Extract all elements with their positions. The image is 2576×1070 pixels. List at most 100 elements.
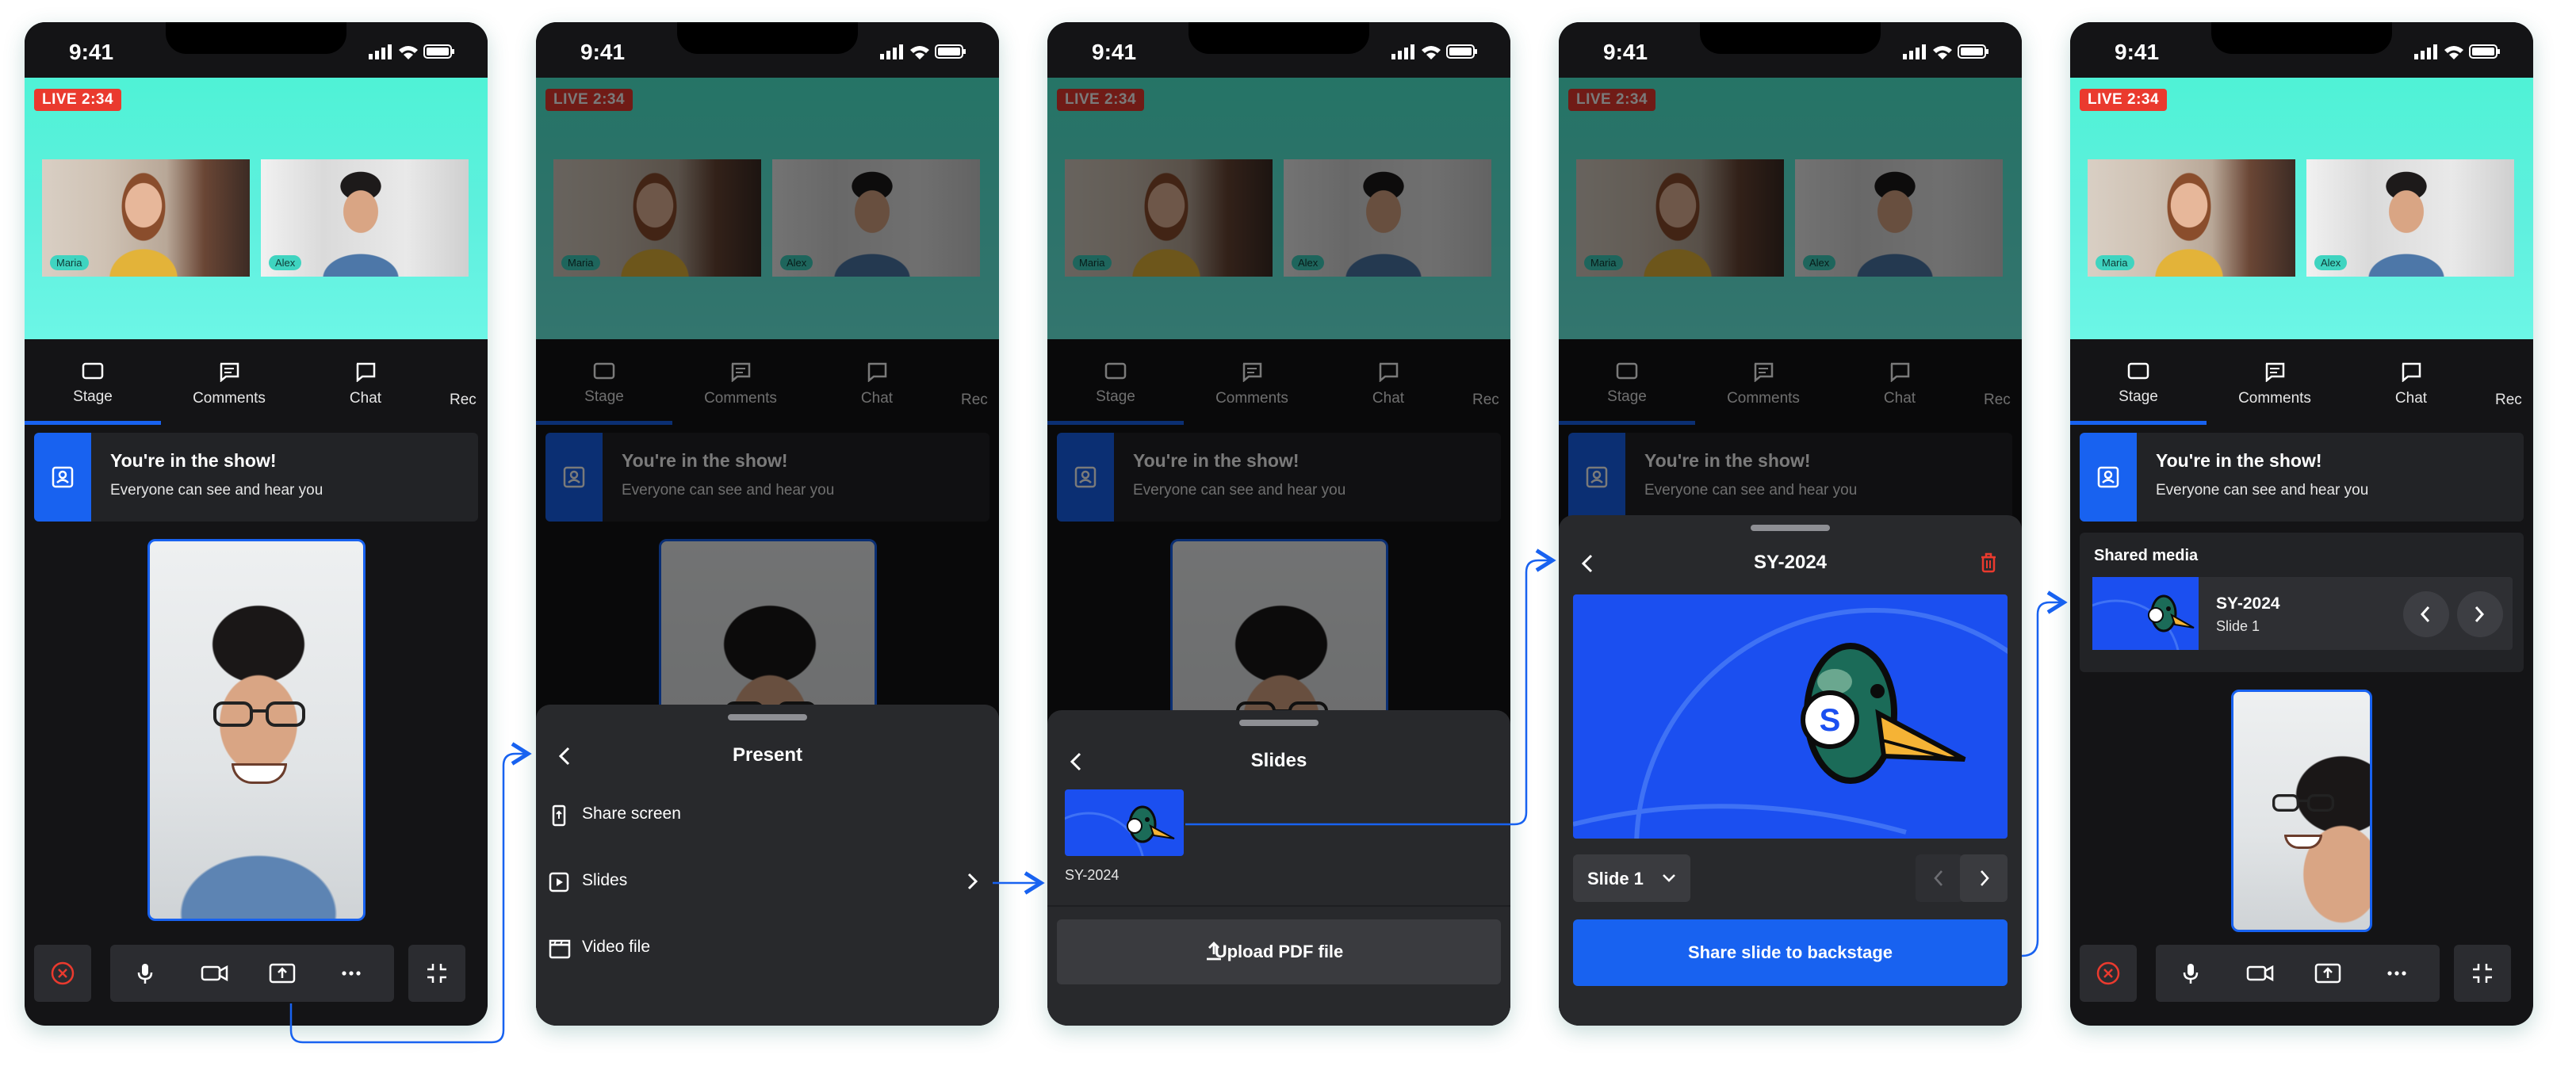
- participant-name: Alex: [2314, 255, 2348, 270]
- tab-rec[interactable]: Rec: [2479, 339, 2533, 425]
- tab-stage[interactable]: Stage: [2070, 339, 2207, 425]
- status-time: 9:41: [1092, 40, 1137, 64]
- menu-item-slides[interactable]: Slides: [536, 850, 999, 914]
- sheet-title: Present: [732, 744, 803, 766]
- tab-label: Comments: [2238, 390, 2311, 407]
- screen-share-icon[interactable]: [2314, 961, 2341, 986]
- status-time: 9:41: [69, 40, 114, 64]
- control-bar: [25, 945, 488, 1002]
- shared-prev-button[interactable]: [2403, 591, 2449, 637]
- participant-name: Maria: [50, 255, 89, 270]
- duck-mascot-icon: S: [1573, 608, 2008, 839]
- slide-select-value: Slide 1: [1587, 869, 1644, 888]
- leave-button[interactable]: [2080, 945, 2137, 1002]
- sheet-drag-handle[interactable]: [1751, 525, 1830, 531]
- tab-comments[interactable]: Comments: [161, 339, 297, 425]
- person-badge-icon: [52, 466, 74, 488]
- tab-comments[interactable]: Comments: [2207, 339, 2343, 425]
- status-bar: 9:41: [25, 22, 488, 78]
- active-tab-indicator: [25, 421, 161, 425]
- tab-chat[interactable]: Chat: [297, 339, 434, 425]
- flow-arrow-share-to-result: [2021, 590, 2068, 957]
- trash-icon[interactable]: [1979, 552, 1998, 574]
- smile-detail: [232, 763, 287, 784]
- status-bar: 9:41: [1559, 22, 2022, 78]
- leave-button[interactable]: [34, 945, 91, 1002]
- smile-detail: [2284, 835, 2322, 849]
- slide-select-dropdown[interactable]: Slide 1: [1573, 854, 1690, 902]
- screen-share-icon[interactable]: [269, 961, 296, 986]
- phone-screen-slides: 9:41 LIVE 2:34 Maria Alex Stage Comments…: [1047, 22, 1510, 1026]
- shared-media-item[interactable]: SY-2024 Slide 1: [2092, 577, 2513, 650]
- tab-label: Stage: [2119, 388, 2158, 405]
- video-camera-icon[interactable]: [201, 961, 229, 986]
- more-dots-icon[interactable]: [339, 961, 364, 986]
- close-circle-icon: [51, 961, 75, 985]
- close-circle-icon: [2096, 961, 2120, 985]
- status-icons: [2414, 44, 2500, 59]
- slide-preview-image: S: [1573, 594, 2008, 839]
- menu-item-video-file[interactable]: Video file: [536, 917, 999, 980]
- next-slide-button[interactable]: [1960, 854, 2008, 902]
- shared-media-name: SY-2024: [2216, 594, 2280, 613]
- prev-slide-button[interactable]: [1916, 854, 1963, 902]
- minimize-button[interactable]: [408, 945, 465, 1002]
- tab-label: Chat: [349, 390, 382, 407]
- banner-icon-box: [2080, 433, 2137, 522]
- self-video-preview: [147, 539, 366, 921]
- phone-screen-slide-preview: 9:41 LIVE 2:34 Maria Alex Stage Comments…: [1559, 22, 2022, 1026]
- upload-pdf-button[interactable]: Upload PDF file: [1057, 919, 1501, 984]
- phone-screen-stage: 9:41 LIVE 2:34 Maria Alex Stage Comments…: [25, 22, 488, 1026]
- status-time: 9:41: [1603, 40, 1648, 64]
- video-camera-icon[interactable]: [2246, 961, 2275, 986]
- tab-stage[interactable]: Stage: [25, 339, 161, 425]
- tab-chat[interactable]: Chat: [2343, 339, 2479, 425]
- more-dots-icon[interactable]: [2384, 961, 2409, 986]
- tab-label: Chat: [2394, 390, 2428, 407]
- tab-bar: Stage Comments Chat Rec: [2070, 339, 2533, 425]
- media-controls: [110, 945, 394, 1002]
- tab-label: Comments: [193, 390, 266, 407]
- banner-title: You're in the show!: [2156, 450, 2322, 471]
- upload-pdf-label: Upload PDF file: [1214, 942, 1344, 961]
- status-bar: 9:41: [536, 22, 999, 78]
- status-icons: [1903, 44, 1988, 59]
- participant-tile-maria[interactable]: Maria: [2088, 159, 2295, 277]
- media-controls: [2156, 945, 2440, 1002]
- tab-bar: Stage Comments Chat Rec: [25, 339, 488, 425]
- minimize-button[interactable]: [2454, 945, 2511, 1002]
- in-show-banner: You're in the show! Everyone can see and…: [2080, 433, 2524, 522]
- status-bar: 9:41: [2070, 22, 2533, 78]
- participant-name: Alex: [269, 255, 302, 270]
- phone-screen-shared-media: 9:41 LIVE 2:34 Maria Alex Stage Comments…: [2070, 22, 2533, 1026]
- banner-icon-box: [34, 433, 91, 522]
- comment-box-icon: [220, 362, 239, 382]
- tab-rec[interactable]: Rec: [434, 339, 488, 425]
- comment-box-icon: [2265, 362, 2285, 382]
- mic-icon[interactable]: [132, 961, 158, 986]
- self-video-preview: [2231, 690, 2372, 932]
- sheet-drag-handle[interactable]: [1239, 720, 1319, 726]
- person-badge-icon: [2097, 466, 2119, 488]
- menu-item-label: Video file: [582, 938, 651, 956]
- glasses-detail: [213, 701, 305, 727]
- share-slide-button[interactable]: Share slide to backstage: [1573, 919, 2008, 986]
- shared-media-panel: Shared media SY-2024 Slide 1: [2080, 533, 2524, 672]
- participant-tile-alex[interactable]: Alex: [2306, 159, 2514, 277]
- mic-icon[interactable]: [2178, 961, 2203, 986]
- device-notch: [1700, 22, 1881, 54]
- present-sheet: Present Share screen Slides Video file: [536, 705, 999, 1026]
- participant-tile-maria[interactable]: Maria: [42, 159, 250, 277]
- sheet-drag-handle[interactable]: [728, 714, 807, 720]
- participant-tile-alex[interactable]: Alex: [261, 159, 469, 277]
- slide-preview-sheet: SY-2024 S Slide 1 Share slide to backsta…: [1559, 515, 2022, 1026]
- status-icons: [1391, 44, 1477, 59]
- banner-subtitle: Everyone can see and hear you: [110, 482, 323, 499]
- slide-file-thumbnail[interactable]: [1065, 789, 1184, 856]
- sheet-title: Slides: [1250, 750, 1307, 771]
- glasses-detail: [2272, 794, 2334, 812]
- menu-item-share-screen[interactable]: Share screen: [536, 784, 999, 847]
- shared-media-slide: Slide 1: [2216, 618, 2260, 634]
- banner-title: You're in the show!: [110, 450, 277, 471]
- shared-next-button[interactable]: [2457, 591, 2503, 637]
